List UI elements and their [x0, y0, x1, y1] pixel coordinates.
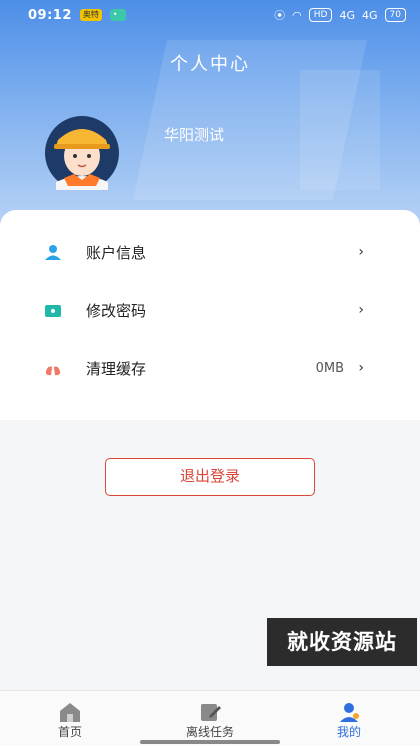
- menu-item-clear-cache[interactable]: 清理缓存 0MB ›: [0, 340, 420, 396]
- chevron-right-icon: ›: [358, 244, 364, 260]
- person-icon: [340, 703, 359, 722]
- tab-offline-tasks[interactable]: 离线任务: [155, 691, 265, 746]
- menu-item-change-password[interactable]: 修改密码 ›: [0, 282, 420, 338]
- home-indicator: [140, 740, 280, 744]
- wifi-icon: ◠: [292, 8, 302, 22]
- chevron-right-icon: ›: [358, 302, 364, 318]
- location-icon: ⦿: [274, 9, 286, 22]
- cache-size: 0MB: [315, 360, 344, 376]
- avatar[interactable]: [34, 116, 130, 190]
- tab-home[interactable]: 首页: [15, 691, 125, 746]
- home-icon: [60, 703, 80, 722]
- tab-label: 离线任务: [185, 725, 234, 739]
- lock-icon: [45, 305, 61, 317]
- status-icons: ⦿ ◠ HD 4G 4G 70: [274, 7, 406, 23]
- chevron-right-icon: ›: [358, 360, 364, 376]
- tab-mine[interactable]: 我的: [294, 691, 404, 746]
- menu-item-label: 清理缓存: [86, 359, 147, 378]
- status-bar: 09:12 奥特 • ⦿ ◠ HD 4G 4G 70: [0, 0, 420, 30]
- page-title: 个人中心: [170, 54, 250, 75]
- bottom-tab-bar: 首页 离线任务 我的: [0, 690, 420, 746]
- tab-label: 首页: [57, 725, 82, 739]
- user-icon: [45, 245, 61, 260]
- menu-item-account-info[interactable]: 账户信息 ›: [0, 224, 420, 280]
- status-time: 09:12: [28, 7, 72, 23]
- message-icon: •: [109, 9, 126, 21]
- hd-badge: HD: [308, 8, 333, 22]
- signal-icon: 4G: [362, 8, 378, 22]
- settings-card: 账户信息 › 修改密码 › 清理缓存 0MB ›: [0, 210, 420, 420]
- profile-header: 09:12 奥特 • ⦿ ◠ HD 4G 4G 70 个人中心 华阳测试: [0, 0, 420, 230]
- username: 华阳测试: [164, 126, 225, 144]
- lungs-icon: [45, 361, 61, 376]
- menu-item-label: 修改密码: [86, 301, 147, 320]
- edit-icon: [201, 704, 221, 721]
- battery-icon: 70: [384, 8, 406, 22]
- header-decoration: [300, 70, 380, 190]
- logout-button[interactable]: 退出登录: [105, 458, 315, 496]
- tab-label: 我的: [336, 725, 361, 739]
- watermark: 就收资源站: [267, 618, 417, 666]
- menu-item-label: 账户信息: [86, 243, 147, 262]
- notification-badge: 奥特: [79, 9, 102, 21]
- signal-icon: 4G: [339, 8, 356, 22]
